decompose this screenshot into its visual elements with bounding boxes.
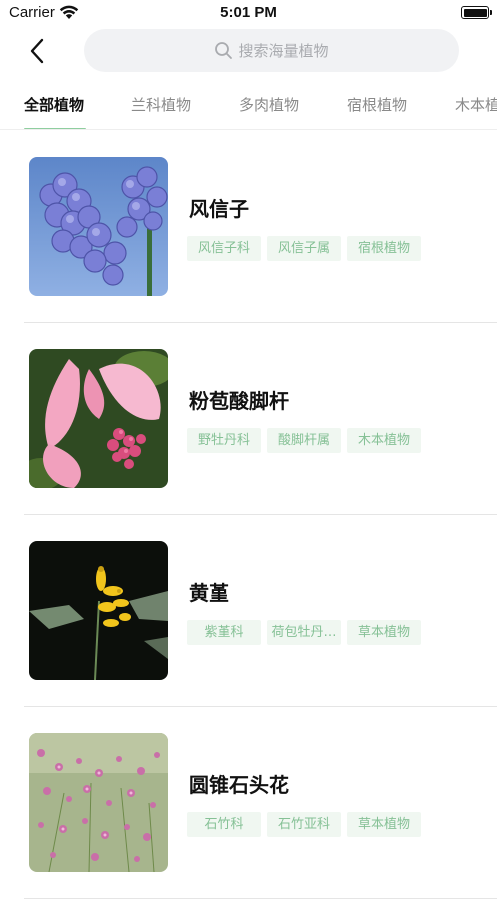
list-item[interactable]: 黄堇 紫堇科 荷包牡丹… 草本植物 — [24, 515, 497, 707]
tab-perennials[interactable]: 宿根植物 — [347, 94, 407, 115]
type-tag: 草本植物 — [347, 812, 421, 837]
tab-active-indicator — [24, 128, 86, 129]
list-item[interactable]: 粉苞酸脚杆 野牡丹科 酸脚杆属 木本植物 — [24, 323, 497, 515]
search-placeholder: 搜索海量植物 — [238, 42, 329, 60]
tab-all-plants[interactable]: 全部植物 — [24, 94, 84, 115]
genus-tag: 风信子属 — [267, 236, 341, 261]
search-icon — [215, 42, 233, 59]
plant-photo — [29, 733, 168, 872]
back-button[interactable] — [22, 32, 56, 70]
tab-woody-plants[interactable]: 木本植物 — [455, 94, 497, 115]
chevron-left-icon — [30, 38, 44, 64]
family-tag: 石竹科 — [187, 812, 261, 837]
list-item[interactable]: 圆锥石头花 石竹科 石竹亚科 草本植物 — [24, 707, 497, 899]
plant-photo — [29, 349, 168, 488]
status-bar: Carrier 5:01 PM — [0, 0, 497, 26]
family-tag: 风信子科 — [187, 236, 261, 261]
tab-orchids[interactable]: 兰科植物 — [131, 94, 191, 115]
genus-tag: 酸脚杆属 — [267, 428, 341, 453]
genus-tag: 石竹亚科 — [267, 812, 341, 837]
plant-photo — [29, 157, 168, 296]
category-tabs: 全部植物 兰科植物 多肉植物 宿根植物 木本植物 — [0, 84, 497, 130]
plant-name: 风信子 — [189, 197, 249, 221]
genus-tag: 荷包牡丹… — [267, 620, 341, 645]
plant-name: 黄堇 — [189, 581, 229, 605]
type-tag: 木本植物 — [347, 428, 421, 453]
tab-succulents[interactable]: 多肉植物 — [239, 94, 299, 115]
family-tag: 紫堇科 — [187, 620, 261, 645]
clock: 5:01 PM — [220, 4, 277, 21]
plant-name: 粉苞酸脚杆 — [189, 389, 289, 413]
battery-icon — [461, 6, 492, 19]
list-item[interactable]: 风信子 风信子科 风信子属 宿根植物 — [24, 131, 497, 323]
type-tag: 宿根植物 — [347, 236, 421, 261]
plant-photo — [29, 541, 168, 680]
type-tag: 草本植物 — [347, 620, 421, 645]
plant-name: 圆锥石头花 — [189, 773, 289, 797]
search-input[interactable]: 搜索海量植物 — [84, 29, 459, 72]
family-tag: 野牡丹科 — [187, 428, 261, 453]
